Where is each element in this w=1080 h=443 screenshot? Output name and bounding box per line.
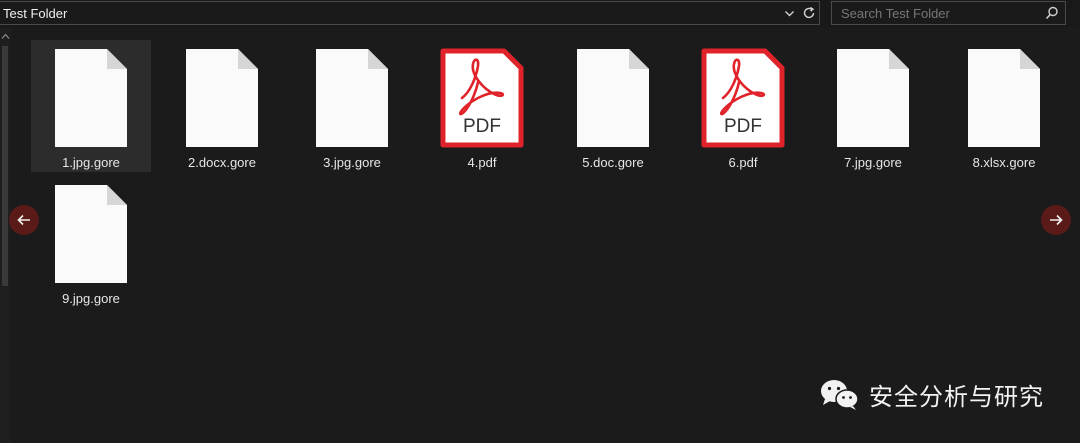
pdf-file-icon: PDF — [440, 48, 524, 148]
file-item[interactable]: 1.jpg.gore — [31, 40, 151, 172]
wechat-icon — [821, 379, 859, 410]
file-item[interactable]: PDF 4.pdf — [422, 40, 542, 172]
refresh-button[interactable] — [799, 2, 819, 24]
svg-text:PDF: PDF — [463, 116, 501, 137]
chevron-down-icon — [784, 10, 794, 16]
arrow-right-icon — [1050, 214, 1063, 226]
address-bar[interactable]: Test Folder — [0, 1, 820, 25]
address-path[interactable]: Test Folder — [0, 6, 779, 21]
search-input[interactable] — [832, 2, 1039, 24]
file-name: 8.xlsx.gore — [972, 155, 1036, 170]
file-thumbnail — [176, 48, 268, 148]
file-thumbnail — [958, 48, 1050, 148]
file-name: 4.pdf — [467, 155, 497, 170]
top-bar: Test Folder — [0, 0, 1080, 27]
refresh-icon — [803, 6, 815, 19]
file-name: 7.jpg.gore — [844, 155, 902, 170]
generic-file-icon — [577, 49, 649, 147]
vertical-scrollbar[interactable] — [0, 28, 11, 443]
file-name: 2.docx.gore — [188, 155, 256, 170]
arrow-left-icon — [17, 214, 30, 226]
file-item[interactable]: PDF 6.pdf — [683, 40, 803, 172]
file-name: 1.jpg.gore — [62, 155, 120, 170]
watermark: 安全分析与研究 — [819, 377, 1044, 412]
watermark-text: 安全分析与研究 — [869, 383, 1044, 411]
generic-file-icon — [316, 49, 388, 147]
generic-file-icon — [968, 49, 1040, 147]
file-thumbnail: PDF — [697, 48, 789, 148]
file-thumbnail — [45, 48, 137, 148]
search-box[interactable] — [831, 1, 1066, 25]
file-item[interactable]: 3.jpg.gore — [292, 40, 412, 172]
file-item[interactable]: 2.docx.gore — [162, 40, 282, 172]
history-dropdown-button[interactable] — [779, 2, 799, 24]
file-thumbnail — [306, 48, 398, 148]
file-item[interactable]: 8.xlsx.gore — [944, 40, 1064, 172]
generic-file-icon — [186, 49, 258, 147]
previous-button[interactable] — [9, 205, 39, 235]
file-name: 6.pdf — [728, 155, 758, 170]
file-thumbnail — [45, 184, 137, 284]
file-thumbnail — [567, 48, 659, 148]
pdf-file-icon: PDF — [701, 48, 785, 148]
search-icon — [1045, 6, 1058, 20]
file-thumbnail: PDF — [436, 48, 528, 148]
file-name: 9.jpg.gore — [62, 291, 120, 306]
svg-text:PDF: PDF — [724, 116, 762, 137]
generic-file-icon — [55, 185, 127, 283]
file-name: 3.jpg.gore — [323, 155, 381, 170]
scrollbar-thumb[interactable] — [2, 46, 8, 286]
file-name: 5.doc.gore — [582, 155, 644, 170]
file-item[interactable]: 9.jpg.gore — [31, 176, 151, 308]
file-item[interactable]: 5.doc.gore — [553, 40, 673, 172]
generic-file-icon — [837, 49, 909, 147]
search-button[interactable] — [1039, 2, 1065, 24]
file-item[interactable]: 7.jpg.gore — [813, 40, 933, 172]
file-thumbnail — [827, 48, 919, 148]
generic-file-icon — [55, 49, 127, 147]
next-button[interactable] — [1041, 205, 1071, 235]
scroll-up-icon[interactable] — [1, 32, 10, 41]
